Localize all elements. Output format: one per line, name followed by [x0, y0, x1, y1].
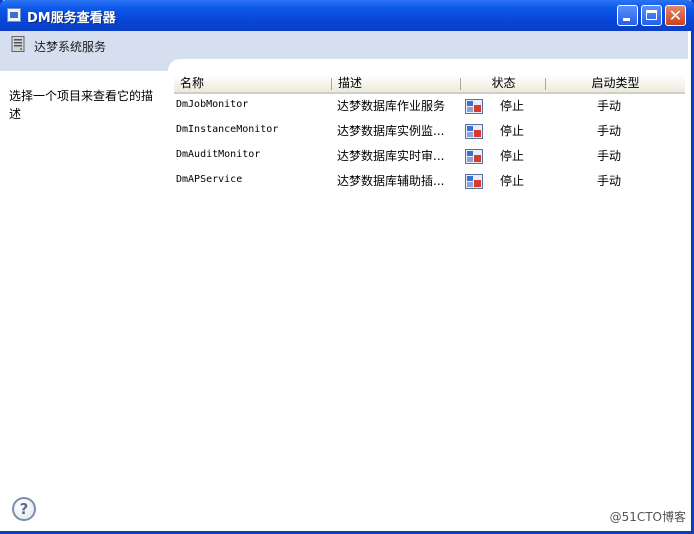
service-name: DmAPService: [176, 174, 243, 185]
service-name: DmJobMonitor: [176, 99, 249, 110]
minimize-button[interactable]: [617, 5, 638, 26]
column-header-name[interactable]: 名称: [174, 75, 332, 94]
server-icon: [11, 36, 25, 52]
service-description: 达梦数据库实时审...: [337, 149, 445, 163]
header-title: 达梦系统服务: [34, 40, 107, 54]
left-panel: 选择一个项目来查看它的描述: [0, 59, 168, 531]
watermark: @51CTO博客: [609, 510, 686, 524]
close-icon: ✕: [668, 6, 683, 25]
service-status-icon: [465, 124, 483, 139]
service-startup-type: 手动: [597, 174, 622, 188]
service-status-icon: [465, 99, 483, 114]
table-row[interactable]: DmInstanceMonitor 达梦数据库实例监... 停止 手动: [174, 120, 686, 145]
column-header-startup-label: 启动类型: [591, 76, 640, 90]
maximize-button[interactable]: [641, 5, 662, 26]
app-icon[interactable]: [7, 8, 21, 22]
service-status-icon: [465, 149, 483, 164]
service-status: 停止: [500, 149, 525, 163]
description-text: 选择一个项目来查看它的描述: [9, 89, 154, 121]
service-startup-type: 手动: [597, 124, 622, 138]
service-description: 达梦数据库辅助插...: [337, 174, 445, 188]
maximize-icon: [646, 10, 657, 20]
table-row[interactable]: DmAPService 达梦数据库辅助插... 停止 手动: [174, 170, 686, 195]
service-startup-type: 手动: [597, 149, 622, 163]
table-row[interactable]: DmJobMonitor 达梦数据库作业服务 停止 手动: [174, 95, 686, 120]
left-panel-body: 选择一个项目来查看它的描述: [0, 71, 168, 531]
header-band: 达梦系统服务: [0, 31, 688, 59]
table-row[interactable]: DmAuditMonitor 达梦数据库实时审... 停止 手动: [174, 145, 686, 170]
service-description: 达梦数据库实例监...: [337, 124, 445, 138]
column-header-status-label: 状态: [491, 76, 516, 90]
service-status-icon: [465, 174, 483, 189]
help-icon[interactable]: ?: [12, 497, 36, 521]
column-header-status[interactable]: 状态: [461, 75, 546, 94]
column-header-name-label: 名称: [180, 76, 205, 90]
service-status: 停止: [500, 124, 525, 138]
service-name: DmInstanceMonitor: [176, 124, 279, 135]
service-status: 停止: [500, 174, 525, 188]
panel-corner: [168, 59, 182, 73]
service-name: DmAuditMonitor: [176, 149, 261, 160]
close-button[interactable]: ✕: [665, 5, 686, 26]
column-header-description-label: 描述: [338, 76, 363, 90]
column-header-description[interactable]: 描述: [332, 75, 461, 94]
minimize-icon: [623, 18, 630, 21]
title-bar[interactable]: DM服务查看器 ✕: [0, 0, 694, 31]
column-header-startup-type[interactable]: 启动类型: [546, 75, 685, 94]
service-startup-type: 手动: [597, 99, 622, 113]
window-title: DM服务查看器: [27, 11, 116, 26]
service-description: 达梦数据库作业服务: [337, 99, 446, 113]
service-status: 停止: [500, 99, 525, 113]
